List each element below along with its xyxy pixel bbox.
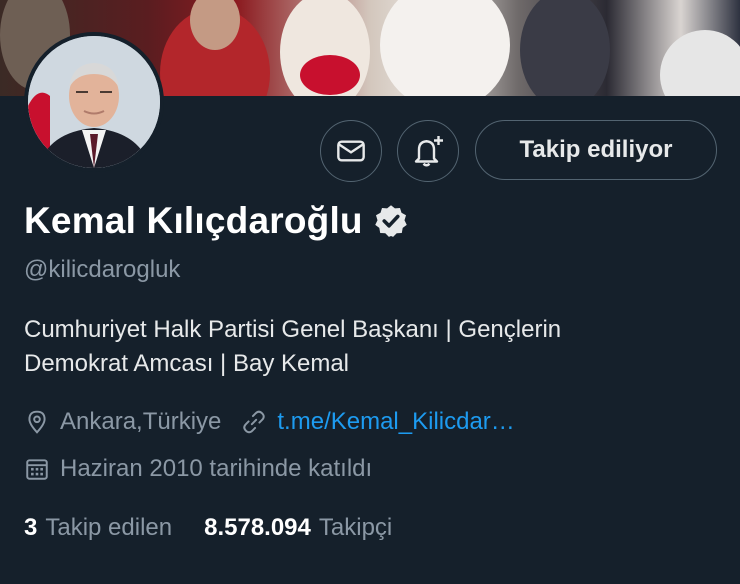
profile-name-row: Kemal Kılıçdaroğlu xyxy=(24,200,409,242)
bio-line: Demokrat Amcası | Bay Kemal xyxy=(24,350,350,377)
banner-crowd-shape xyxy=(660,30,740,96)
profile-bio: Cumhuriyet Halk Partisi Genel Başkanı | … xyxy=(24,313,714,381)
banner-crowd-shape xyxy=(380,0,510,96)
profile-avatar[interactable] xyxy=(24,32,164,172)
profile-name: Kemal Kılıçdaroğlu xyxy=(24,200,363,241)
followers-label: Takipçi xyxy=(318,514,393,541)
following-button[interactable]: Takip ediliyor xyxy=(475,120,717,180)
avatar-portrait xyxy=(28,36,160,168)
profile-joined-row: Haziran 2010 tarihinde katıldı xyxy=(24,455,372,483)
location-pin-icon xyxy=(28,410,46,434)
notification-bell-add-icon xyxy=(414,136,443,167)
profile-meta-row: Ankara,Türkiye t.me/Kemal_Kilicdar… xyxy=(24,408,515,436)
banner-crowd-shape xyxy=(520,0,610,96)
following-label: Takip edilen xyxy=(45,514,173,541)
message-button[interactable] xyxy=(320,120,382,182)
profile-stats: 3 Takip edilen 8.578.094 Takipçi xyxy=(24,514,392,542)
message-icon xyxy=(337,140,365,162)
link-icon xyxy=(243,410,266,434)
bio-line: Cumhuriyet Halk Partisi Genel Başkanı | … xyxy=(24,316,562,343)
following-stat[interactable]: 3 Takip edilen xyxy=(24,514,172,542)
calendar-icon xyxy=(26,459,48,480)
profile-location: Ankara,Türkiye xyxy=(60,408,222,435)
notifications-button[interactable] xyxy=(397,120,459,182)
profile-joined-date: Haziran 2010 tarihinde katıldı xyxy=(60,455,373,482)
followers-stat[interactable]: 8.578.094 Takipçi xyxy=(204,514,392,542)
verified-badge-icon[interactable] xyxy=(373,203,409,239)
profile-website-link[interactable]: t.me/Kemal_Kilicdar… xyxy=(277,408,514,436)
following-count: 3 xyxy=(24,514,38,541)
banner-crowd-shape xyxy=(300,55,360,95)
followers-count: 8.578.094 xyxy=(204,514,311,541)
following-button-label: Takip ediliyor xyxy=(519,136,673,163)
profile-handle: @kilicdarogluk xyxy=(24,256,181,283)
